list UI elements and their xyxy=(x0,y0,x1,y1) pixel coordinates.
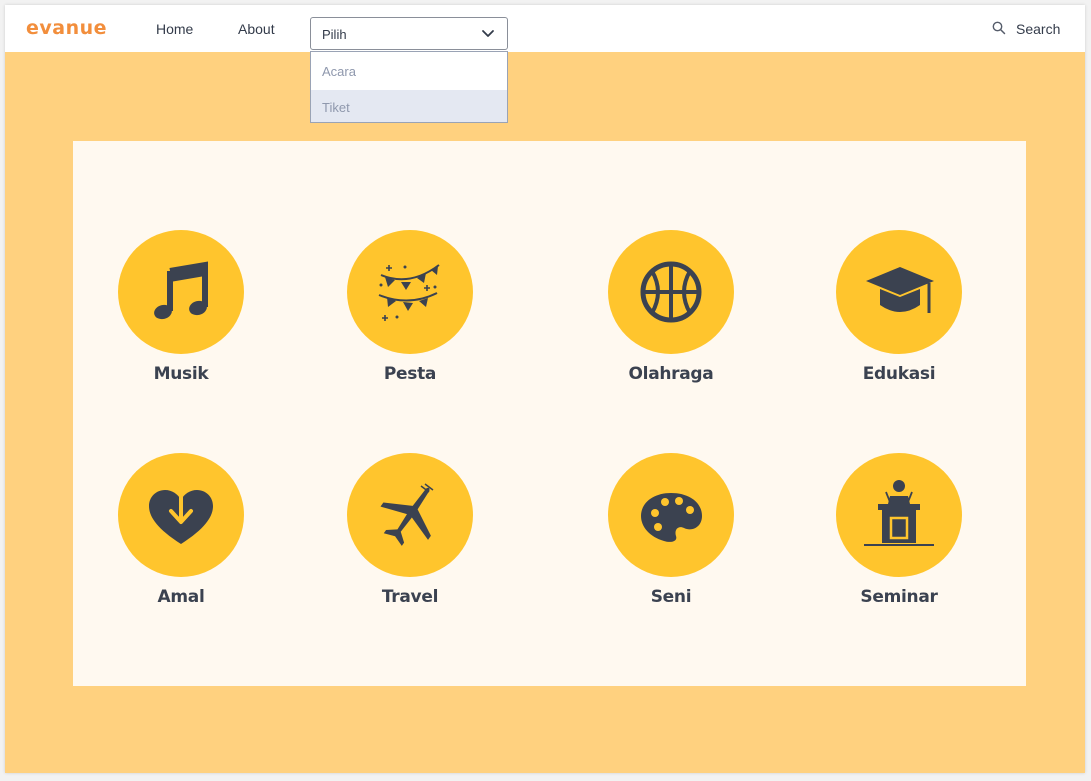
category-panel: Musik Pesta Olahraga Edukasi Amal Travel… xyxy=(73,141,1026,686)
select-value: Pilih xyxy=(322,27,347,42)
category-musik[interactable]: Musik xyxy=(101,230,261,405)
nav-home-link[interactable]: Home xyxy=(156,21,193,37)
graduation-cap-icon xyxy=(866,267,934,313)
category-circle xyxy=(118,230,244,354)
search-label: Search xyxy=(1016,21,1061,37)
category-circle xyxy=(347,453,473,577)
category-label: Olahraga xyxy=(628,364,714,384)
select-option-tiket[interactable]: Tiket xyxy=(311,90,507,122)
select-option-acara[interactable]: Acara xyxy=(311,54,507,86)
category-edukasi[interactable]: Edukasi xyxy=(819,230,979,405)
music-note-icon xyxy=(154,261,208,320)
search-icon xyxy=(992,21,1006,35)
category-circle xyxy=(608,453,734,577)
category-circle xyxy=(836,453,962,577)
category-olahraga[interactable]: Olahraga xyxy=(591,230,751,405)
navbar: evanue Home About Pilih Search xyxy=(5,5,1085,52)
podium-icon xyxy=(864,480,934,546)
category-label: Edukasi xyxy=(862,364,936,384)
category-label: Amal xyxy=(157,587,205,607)
category-pesta[interactable]: Pesta xyxy=(330,230,490,405)
nav-about-link[interactable]: About xyxy=(238,21,275,37)
category-label: Musik xyxy=(153,364,209,384)
category-circle xyxy=(608,230,734,354)
category-seni[interactable]: Seni xyxy=(591,453,751,628)
art-palette-icon xyxy=(641,493,702,542)
basketball-icon xyxy=(640,261,702,323)
category-circle xyxy=(836,230,962,354)
chevron-down-icon xyxy=(482,30,494,37)
category-circle xyxy=(347,230,473,354)
category-circle xyxy=(118,453,244,577)
category-amal[interactable]: Amal xyxy=(101,453,261,628)
category-label: Pesta xyxy=(383,364,437,384)
category-label: Travel xyxy=(381,587,439,607)
category-label: Seni xyxy=(650,587,692,607)
select-dropdown-menu: Acara Tiket xyxy=(310,51,508,123)
party-bunting-icon xyxy=(378,264,440,321)
category-label: Seminar xyxy=(860,587,938,607)
category-travel[interactable]: Travel xyxy=(330,453,490,628)
page-frame: evanue Home About Pilih Search Acara Tik… xyxy=(5,5,1085,773)
category-seminar[interactable]: Seminar xyxy=(819,453,979,628)
category-select[interactable]: Pilih xyxy=(310,17,508,50)
airplane-icon xyxy=(380,483,434,546)
brand-logo[interactable]: evanue xyxy=(26,17,107,39)
charity-heart-icon xyxy=(149,482,213,544)
